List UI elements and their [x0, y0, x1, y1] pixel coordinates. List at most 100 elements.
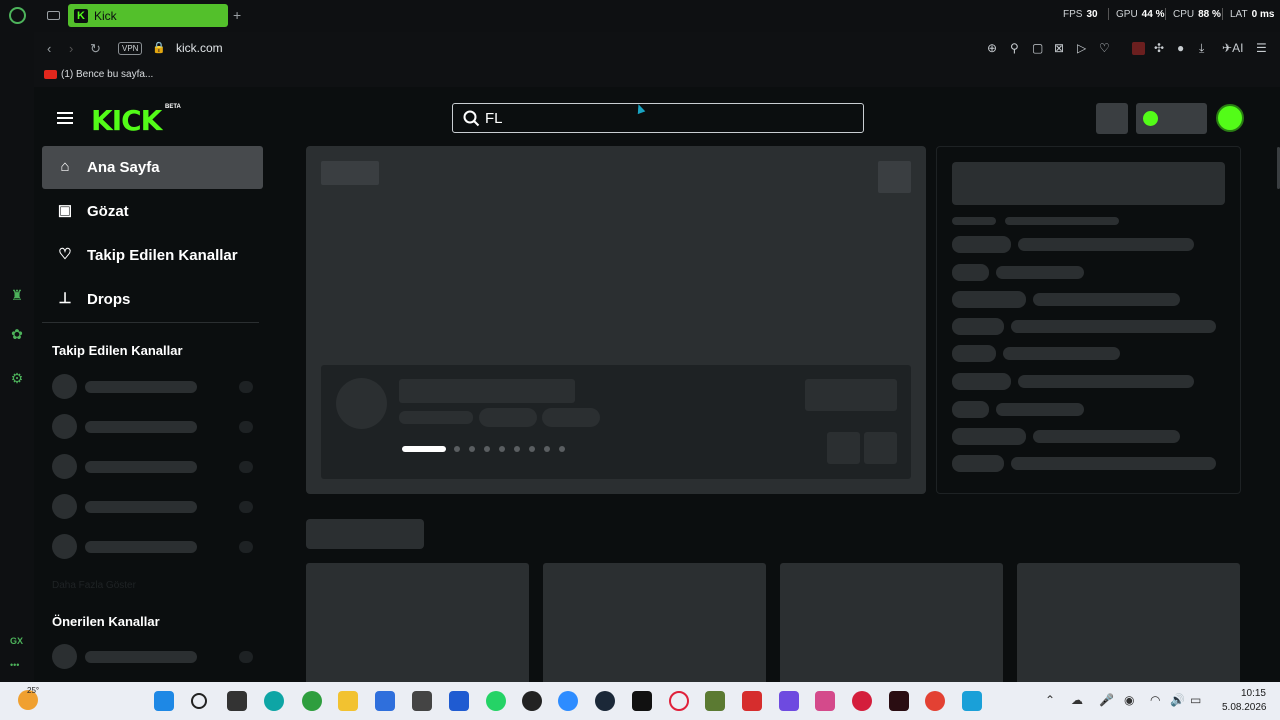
header-button-skeleton[interactable]: [1096, 103, 1128, 134]
sidebar-item-following[interactable]: ♡ Takip Edilen Kanallar: [42, 234, 263, 277]
volume-icon[interactable]: 🔊: [1170, 693, 1185, 707]
carousel-dot[interactable]: [484, 446, 490, 452]
wifi-icon[interactable]: ◠: [1150, 693, 1160, 707]
opera-gx-logo-icon[interactable]: [9, 7, 26, 24]
youtube-icon: [44, 70, 57, 79]
stream-card-skeleton[interactable]: [1017, 563, 1240, 682]
app-icon[interactable]: [962, 691, 982, 711]
file-explorer-icon[interactable]: [338, 691, 358, 711]
gpu-stat: GPU 44 %: [1116, 9, 1164, 20]
app-icon[interactable]: [815, 691, 835, 711]
xbox-icon[interactable]: [302, 691, 322, 711]
carousel-dot[interactable]: [514, 446, 520, 452]
app-icon[interactable]: [742, 691, 762, 711]
carousel-dot-active[interactable]: [402, 446, 446, 452]
extension-red-icon[interactable]: [1132, 42, 1145, 55]
carousel-dot[interactable]: [469, 446, 475, 452]
zoom-icon[interactable]: [558, 691, 578, 711]
new-tab-button[interactable]: +: [233, 7, 241, 23]
valorant-icon[interactable]: [889, 691, 909, 711]
carousel-dot[interactable]: [529, 446, 535, 452]
home-icon: ⌂: [60, 158, 70, 175]
gx-label[interactable]: GX: [10, 636, 23, 646]
sidebar-item-drops[interactable]: ⊥ Drops: [42, 278, 263, 321]
extensions-icon[interactable]: ✣: [1154, 41, 1164, 55]
app-icon[interactable]: [779, 691, 799, 711]
sidebar-item-label: Gözat: [87, 203, 129, 220]
app-icon[interactable]: [449, 691, 469, 711]
aria-ai-button[interactable]: ✈AI: [1222, 41, 1243, 55]
lock-icon[interactable]: 🔒: [152, 41, 166, 54]
opera-gx-taskbar-icon[interactable]: [669, 691, 689, 711]
edge-icon[interactable]: [264, 691, 284, 711]
fps-stat: FPS 30: [1063, 9, 1098, 20]
cloud-icon[interactable]: ☁: [1071, 693, 1083, 707]
forward-icon[interactable]: ›: [69, 41, 73, 56]
bookmark-label: (1) Bence bu sayfa...: [61, 69, 154, 80]
chrome-icon[interactable]: [925, 691, 945, 711]
header-kick-button[interactable]: [1136, 103, 1207, 134]
clock[interactable]: 10:15 5.08.2026: [1222, 687, 1267, 715]
show-more-link[interactable]: Daha Fazla Göster: [52, 580, 136, 591]
store-icon[interactable]: [375, 691, 395, 711]
search-taskbar-icon[interactable]: [191, 693, 207, 709]
app-icon[interactable]: [522, 691, 542, 711]
search-input[interactable]: [485, 109, 845, 127]
vpn-badge[interactable]: VPN: [118, 42, 143, 55]
battery-icon[interactable]: ▭: [1190, 693, 1201, 707]
carousel-dot[interactable]: [544, 446, 550, 452]
stream-card-skeleton[interactable]: [306, 563, 529, 682]
kick-logo[interactable]: KICK: [91, 104, 162, 137]
carousel-dot[interactable]: [559, 446, 565, 452]
carousel-dot[interactable]: [499, 446, 505, 452]
gx-control-icon[interactable]: ♜: [9, 287, 25, 303]
app-icon[interactable]: [852, 691, 872, 711]
search-box[interactable]: [452, 103, 864, 133]
fps-label: FPS: [1063, 9, 1083, 20]
bookmark-item[interactable]: (1) Bence bu sayfa...: [44, 69, 153, 80]
steam-icon[interactable]: [595, 691, 615, 711]
adblock-icon[interactable]: ⊠: [1054, 41, 1064, 55]
player-icon[interactable]: ▷: [1077, 41, 1086, 55]
more-icon[interactable]: •••: [10, 660, 19, 670]
easy-setup-icon[interactable]: ☰: [1256, 41, 1267, 55]
kick-favicon-icon: K: [74, 8, 88, 23]
tab-kick[interactable]: K Kick: [68, 4, 228, 27]
stream-card-skeleton[interactable]: [780, 563, 1003, 682]
chatgpt-icon[interactable]: ✿: [9, 326, 25, 342]
epic-games-icon[interactable]: [632, 691, 652, 711]
carousel-dot[interactable]: [454, 446, 460, 452]
drops-icon: ⊥: [58, 290, 72, 307]
reload-icon[interactable]: ↻: [90, 41, 101, 57]
bookmark-heart-icon[interactable]: ♡: [1099, 41, 1110, 55]
whatsapp-icon[interactable]: [486, 691, 506, 711]
tab-manager-icon[interactable]: [47, 11, 60, 20]
url-field[interactable]: kick.com: [176, 41, 223, 55]
sidebar-item-home[interactable]: ⌂ Ana Sayfa: [42, 146, 263, 189]
chevron-up-icon[interactable]: ⌃: [1045, 693, 1055, 707]
start-icon[interactable]: [154, 691, 174, 711]
download-icon[interactable]: ⤓: [1199, 41, 1204, 56]
pin-icon[interactable]: ⚲: [1010, 41, 1019, 55]
snapshot-icon[interactable]: ▢: [1032, 41, 1043, 55]
app-icon[interactable]: [412, 691, 432, 711]
task-view-icon[interactable]: [227, 691, 247, 711]
stat-divider: [1165, 8, 1166, 20]
profile-icon[interactable]: ●: [1177, 41, 1184, 55]
hamburger-menu-icon[interactable]: [57, 112, 73, 124]
sidebar-item-label: Drops: [87, 291, 131, 308]
stream-card-skeleton[interactable]: [543, 563, 766, 682]
address-bar: ‹ › ↻ VPN 🔒 kick.com ⊕ ⚲ ▢ ⊠ ▷ ♡ ✣ ● ⤓ ✈…: [34, 32, 1280, 65]
minecraft-icon[interactable]: [705, 691, 725, 711]
kick-coin-icon: [1143, 111, 1158, 126]
browse-icon: ▣: [57, 202, 73, 219]
microphone-icon[interactable]: 🎤: [1099, 693, 1114, 707]
avatar[interactable]: [1216, 104, 1244, 132]
sidebar-item-browse[interactable]: ▣ Gözat: [42, 190, 263, 233]
settings-gear-icon[interactable]: ⚙: [9, 370, 25, 386]
featured-info-panel: [321, 365, 911, 479]
back-icon[interactable]: ‹: [47, 41, 51, 56]
tray-app-icon[interactable]: ◉: [1124, 693, 1134, 707]
zoom-icon[interactable]: ⊕: [987, 41, 997, 55]
featured-carousel[interactable]: [306, 146, 926, 494]
